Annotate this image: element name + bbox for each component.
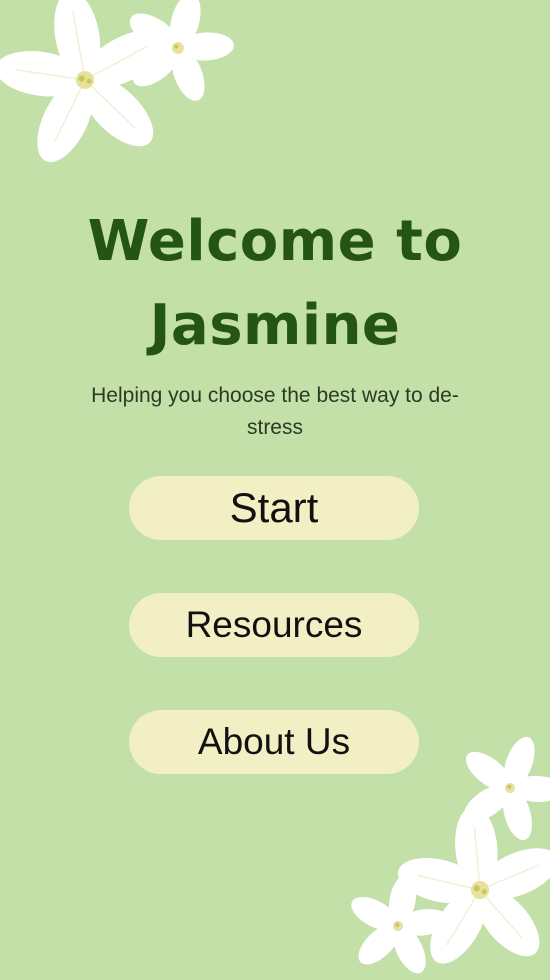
- page-title-line-2: Jasmine: [149, 293, 401, 358]
- page-subtitle: Helping you choose the best way to de-st…: [91, 384, 459, 439]
- about-us-button[interactable]: About Us: [129, 710, 419, 774]
- page-title-line-1: Welcome to: [87, 209, 463, 274]
- resources-button[interactable]: Resources: [129, 593, 419, 657]
- jasmine-flower-icon: [351, 874, 450, 974]
- welcome-screen: Welcome to Jasmine Helping you choose th…: [0, 0, 550, 980]
- jasmine-flower-icon: [129, 0, 234, 101]
- page-title: Welcome to Jasmine: [0, 200, 550, 368]
- start-button[interactable]: Start: [129, 476, 419, 540]
